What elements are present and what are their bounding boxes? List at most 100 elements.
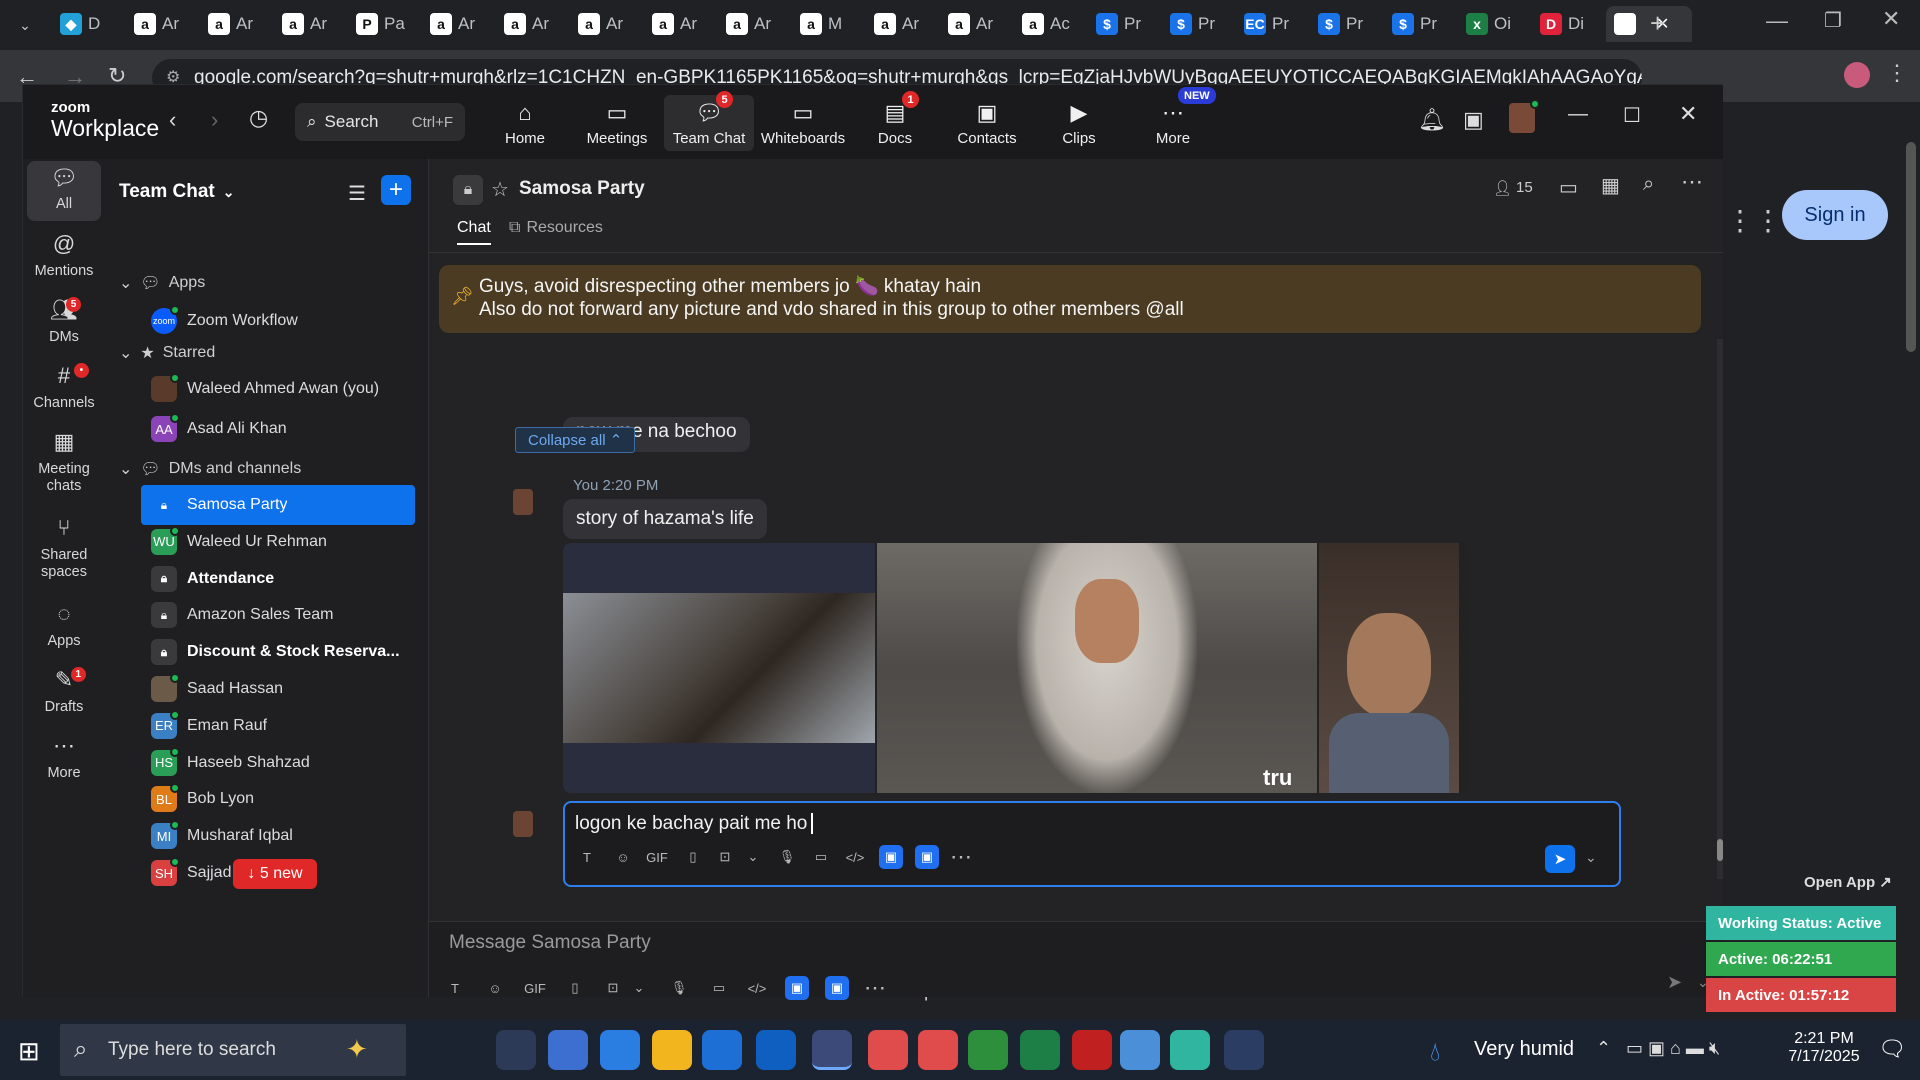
clock[interactable]: 2:21 PM 7/17/2025 [1786,1030,1862,1066]
calendar-icon[interactable]: ▦ [1601,173,1620,198]
sidebar-item-zoom-workflow[interactable]: zoom Zoom Workflow [141,301,415,341]
browser-tab[interactable]: $ Pr [1384,6,1456,42]
rail-item-apps[interactable]: ◌ Apps [27,597,101,658]
page-scrollbar[interactable] [1906,142,1916,352]
chat-more-icon[interactable]: ⋯ [1681,169,1703,195]
copilot-icon[interactable] [548,1030,588,1070]
section-starred[interactable]: ⌄ ★ Starred [119,343,215,363]
browser-tab[interactable]: a Ar [866,6,938,42]
rail-item-dms[interactable]: 👥︎ 5 DMs [27,293,101,354]
browser-tab[interactable]: $ Pr [1088,6,1160,42]
calculator-icon[interactable] [1120,1030,1160,1070]
screen-share-icon[interactable]: ▣ [1463,107,1484,133]
channel-item[interactable]: 🔒︎ Amazon Sales Team [141,595,415,635]
channel-item[interactable]: 🔒︎ Discount & Stock Reserva... [141,632,415,672]
terminal-icon[interactable] [1224,1030,1264,1070]
chrome-icon[interactable] [968,1030,1008,1070]
collapse-all-button[interactable]: Collapse all ⌃ [515,427,636,453]
minimize-window-button[interactable]: — [1766,8,1788,34]
chrome-icon[interactable] [868,1030,908,1070]
rail-item-channels[interactable]: # • Channels [27,359,101,420]
channel-item[interactable]: WU Waleed Ur Rehman [141,522,415,562]
file-icon[interactable]: ▯ [681,845,705,869]
browser-tab[interactable]: aM [792,6,864,42]
text-format-icon[interactable]: T [443,976,467,1000]
app-icon-1[interactable]: ▣ [785,976,809,1000]
tab-chat[interactable]: Chat [457,219,491,245]
thread-reply-composer[interactable]: logon ke bachay pait me ho T ☺ GIF ▯ ⊡ ⌄ 🎙︎ ▭ </… [563,801,1621,887]
star-outline-icon[interactable]: ☆ [491,177,509,202]
browser-tab[interactable]: a Ar [570,6,642,42]
sidebar-title[interactable]: Team Chat ⌄ [119,181,234,203]
nav-tab-contacts[interactable]: ▣ Contacts [942,95,1032,151]
channel-item[interactable]: Saad Hassan [141,669,415,709]
sign-in-button[interactable]: Sign in [1782,190,1888,240]
open-app-button[interactable]: Open App ↗ [1804,873,1892,891]
channel-item[interactable]: MI Musharaf Iqbal [141,816,415,856]
rail-item-drafts[interactable]: ✎ 1 Drafts [27,663,101,724]
more-options-icon[interactable]: ⋯ [949,844,973,869]
close-window-button[interactable]: ✕ [1882,6,1900,32]
message-input-area[interactable]: Message Samosa Party T ☺ GIF ▯ ⊡ ⌄ 🎙︎ ▭ </> ▣ ▣ ⋯ ➤… [429,921,1723,1000]
tab-search-icon[interactable]: ⌄ [10,12,40,38]
profile-avatar[interactable] [1844,62,1870,88]
nav-tab-meetings[interactable]: ▭ Meetings [572,95,662,151]
zoom-minimize-button[interactable]: — [1568,103,1588,126]
app-icon-2[interactable]: ▣ [825,976,849,1000]
task-view-icon[interactable] [496,1030,536,1070]
browser-tab[interactable]: EC Pr [1236,6,1308,42]
more-options-icon[interactable]: ⋯ [863,975,887,1000]
video-message-icon[interactable]: ▭ [809,845,833,869]
new-tab-button[interactable]: + [1650,8,1680,38]
starred-item[interactable]: AA Asad Ali Khan [141,409,415,449]
screenshot-icon[interactable]: ⊡ [713,845,737,869]
send-options-icon[interactable]: ⌄ [1585,849,1597,866]
pinned-message-banner[interactable]: 📌︎ Guys, avoid disrespecting other membe… [439,265,1701,333]
emoji-icon[interactable]: ☺ [483,976,507,1000]
app-icon-2[interactable]: ▣ [915,845,939,869]
channel-item[interactable]: 🔒︎ Samosa Party [141,485,415,525]
browser-tab[interactable]: $ Pr [1310,6,1382,42]
chat-search-icon[interactable]: ⌕ [1643,173,1654,196]
mic-icon[interactable]: 🎙︎ [667,976,691,1000]
dropdown-icon[interactable]: ⌄ [741,845,765,869]
browser-tab[interactable]: P Pa [348,6,420,42]
browser-tab[interactable]: ◆ D [52,6,124,42]
code-icon[interactable]: </> [745,976,769,1000]
zoom-maximize-button[interactable]: ☐ [1623,103,1641,128]
excel-icon[interactable] [1020,1030,1060,1070]
chrome-icon[interactable] [918,1030,958,1070]
image-2[interactable]: tru [877,543,1317,793]
image-3[interactable] [1319,543,1459,793]
channel-item[interactable]: 🔒︎ Attendance [141,559,415,599]
section-apps[interactable]: ⌄ 💬︎ Apps [119,273,205,293]
zoom-taskbar-icon[interactable] [812,1030,852,1070]
notification-bell-icon[interactable]: 🔔︎ [1418,107,1446,133]
browser-tab[interactable]: a Ar [644,6,716,42]
browser-tab[interactable]: a Ac [1014,6,1086,42]
browser-tab[interactable]: a Ar [200,6,272,42]
main-send-icon[interactable]: ➤ [1667,972,1682,993]
starred-item[interactable]: Waleed Ahmed Awan (you) [141,369,415,409]
mic-icon[interactable]: 🎙︎ [775,845,799,869]
video-message-icon[interactable]: ▭ [707,976,731,1000]
dropdown-icon[interactable]: ⌄ [627,976,651,1000]
tray-icons[interactable]: ▭ ▣ ⌂ ▬ 🔇︎ [1626,1038,1720,1059]
tray-chevron-icon[interactable]: ⌃ [1596,1038,1611,1059]
file-explorer-icon[interactable] [652,1030,692,1070]
browser-tab[interactable]: a Ar [496,6,568,42]
new-chat-button[interactable]: + [381,175,411,205]
windows-start-icon[interactable]: ⊞ [18,1036,40,1067]
image-1[interactable] [563,543,875,793]
browser-tab[interactable]: a Ar [126,6,198,42]
text-format-icon[interactable]: T [575,845,599,869]
screenshot-icon[interactable]: ⊡ [601,976,625,1000]
nav-tab-clips[interactable]: ▶ Clips [1034,95,1124,151]
rail-item-shared-spaces[interactable]: ⑂ Shared spaces [27,511,101,589]
emoji-icon[interactable]: ☺ [611,845,635,869]
message-input-placeholder[interactable]: Message Samosa Party [449,932,651,954]
channel-item[interactable]: BL Bob Lyon [141,779,415,819]
notification-center-icon[interactable]: 🗨︎ [1878,1036,1906,1062]
rail-item-more[interactable]: ⋯ More [27,729,101,790]
zoom-close-button[interactable]: ✕ [1679,101,1697,127]
